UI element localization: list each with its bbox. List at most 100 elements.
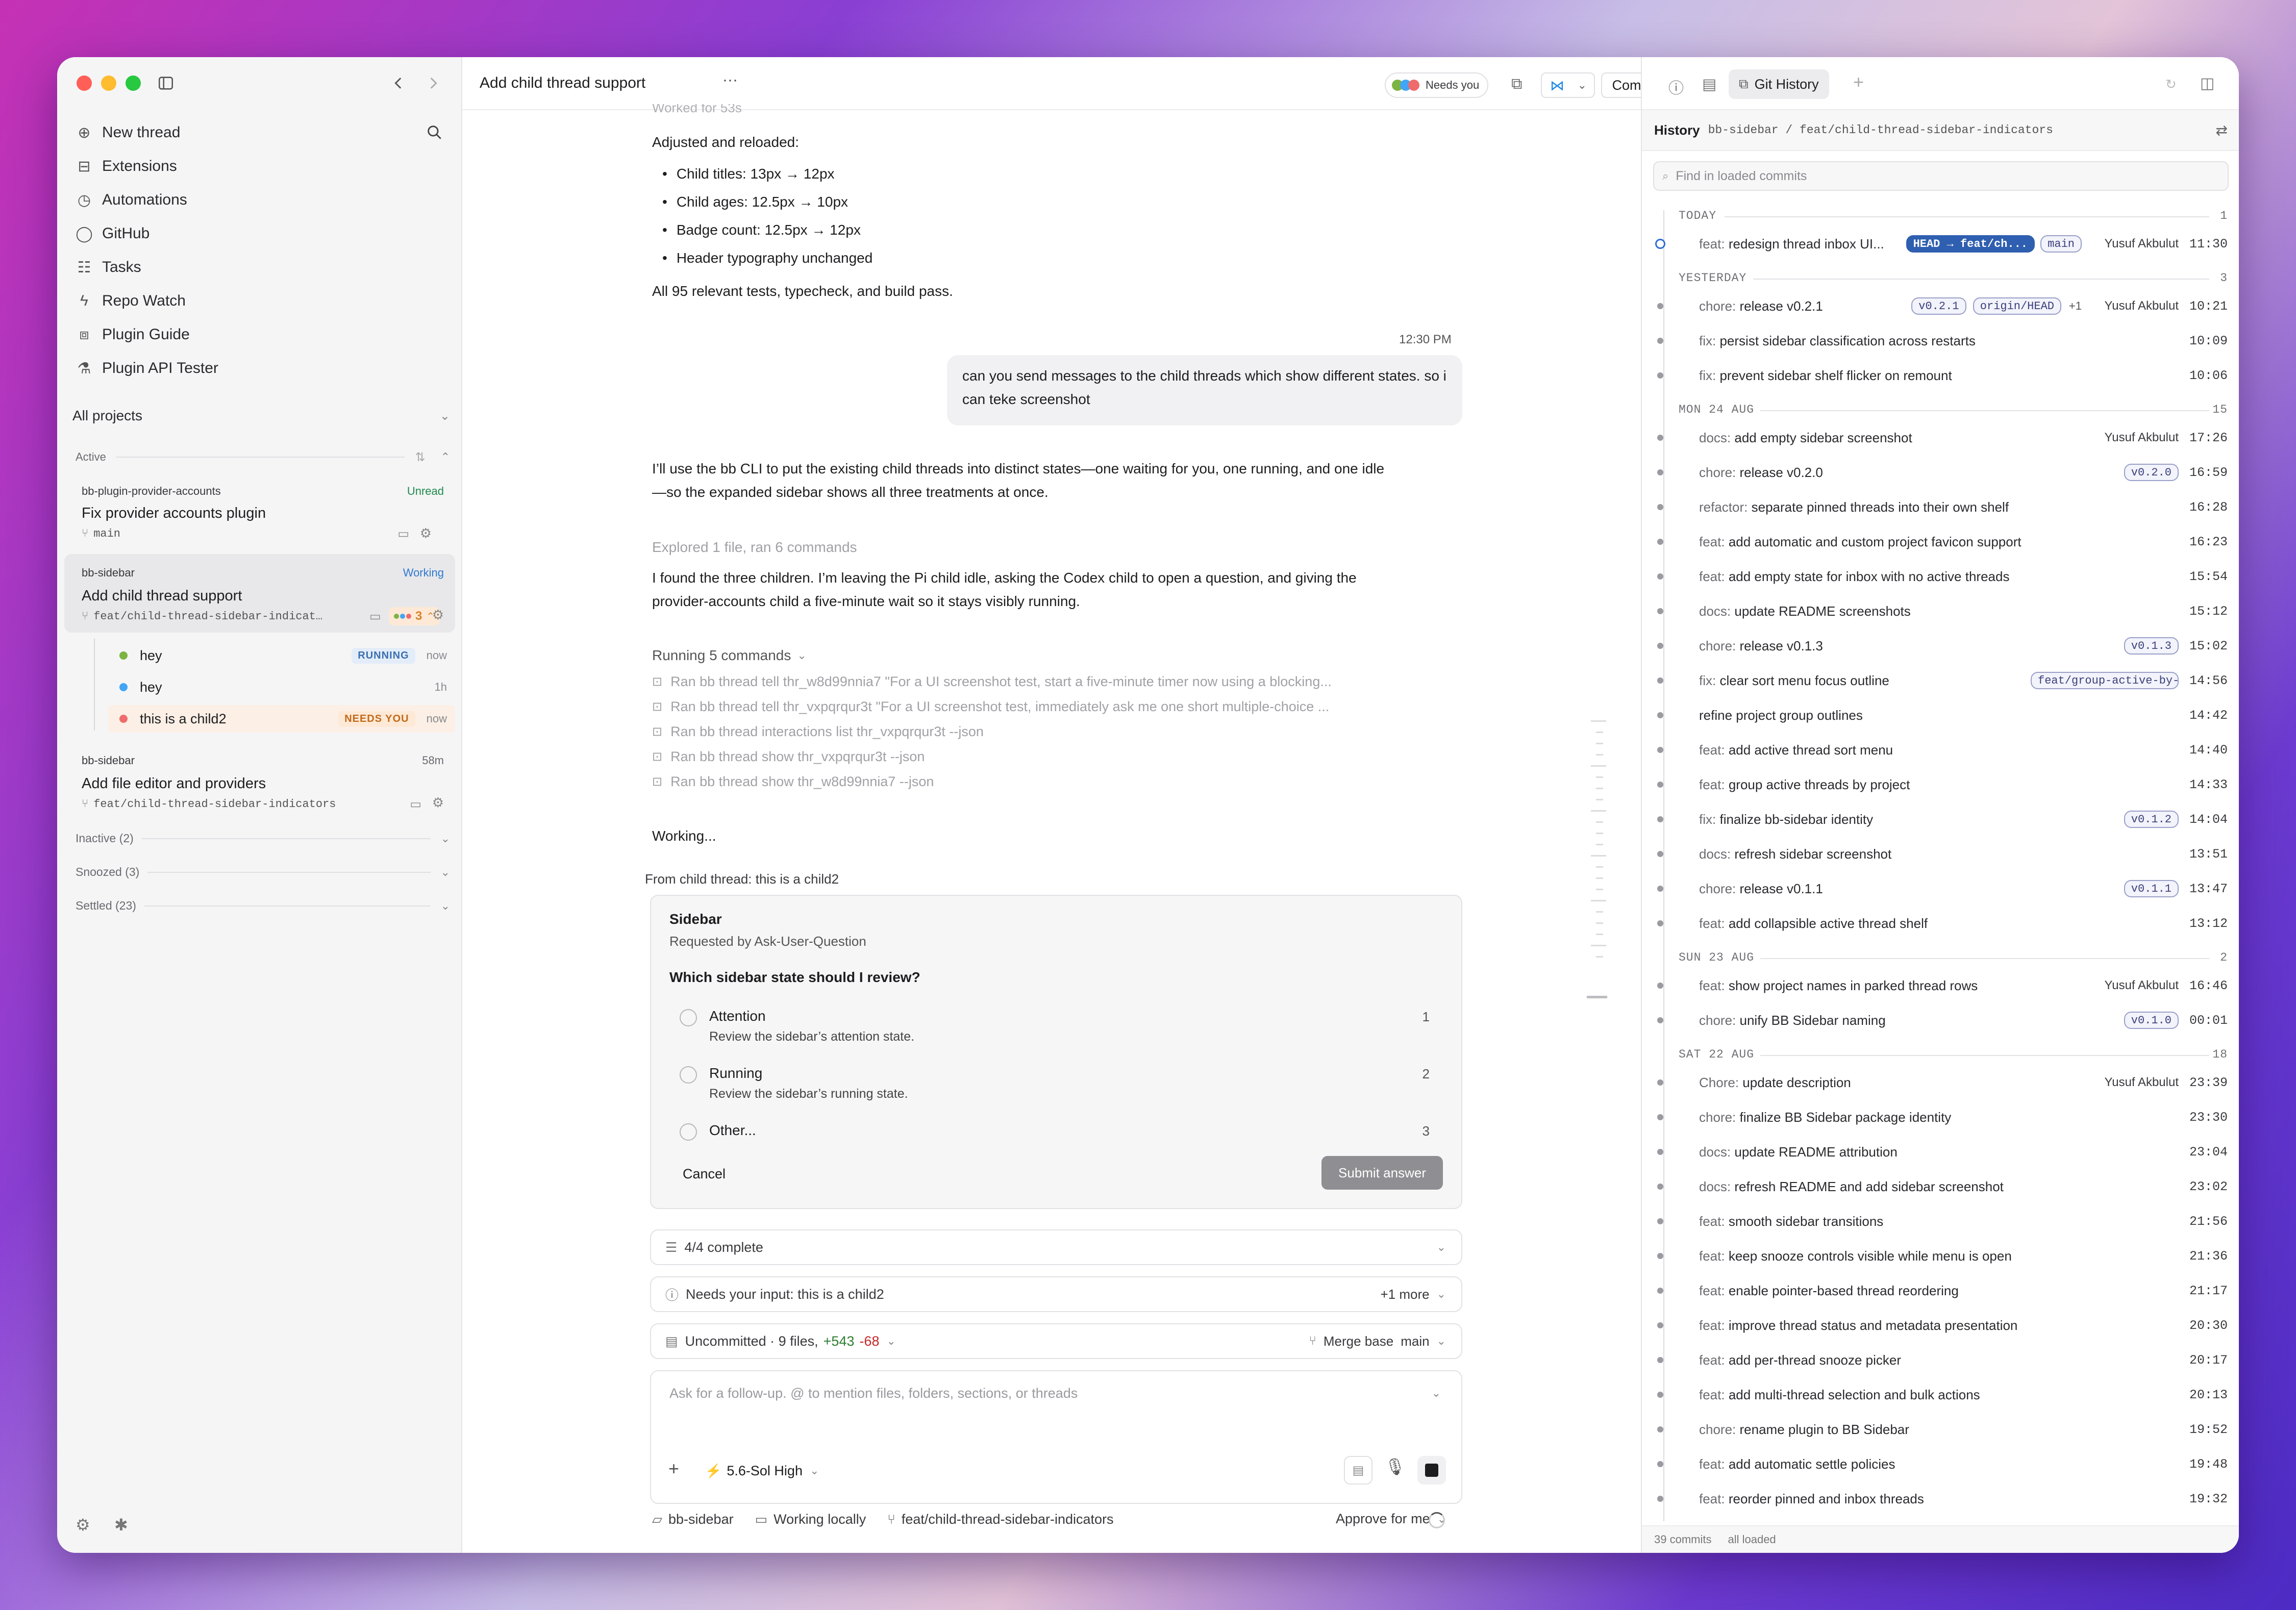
chevron-up-icon[interactable]: ⌃	[441, 450, 450, 464]
commit-row[interactable]: feat: add automatic settle policies 19:48	[1642, 1447, 2239, 1481]
command-item[interactable]: ⊡ Ran bb thread show thr_vxpqrqur3t --jso…	[652, 744, 925, 769]
section-settled[interactable]: Settled (23) ⌄	[76, 899, 450, 913]
thread-item-add-child[interactable]: bb-sidebar Working Add child thread supp…	[64, 554, 455, 633]
commit-row[interactable]: refine project group outlines 14:42	[1642, 698, 2239, 733]
gear-icon[interactable]: ⚙	[420, 525, 432, 541]
command-item[interactable]: ⊡ Ran bb thread interactions list thr_vxp…	[652, 719, 984, 744]
add-tab-icon[interactable]: +	[1853, 71, 1864, 93]
cancel-button[interactable]: Cancel	[683, 1166, 726, 1182]
command-item[interactable]: ⊡ Ran bb thread tell thr_vxpqrqur3t "For …	[652, 694, 1329, 719]
commit-row[interactable]: feat: improve thread status and metadata…	[1642, 1308, 2239, 1343]
commit-row[interactable]: feat: group active threads by project 14:…	[1642, 767, 2239, 802]
sidebar-item-tasks[interactable]: ☷ Tasks	[76, 253, 141, 282]
thread-item-fix-provider[interactable]: bb-plugin-provider-accounts Unread Fix p…	[64, 477, 455, 549]
commit-row[interactable]: feat: keep snooze controls visible while…	[1642, 1239, 2239, 1273]
commit-row[interactable]: chore: release v0.1.3 v0.1.3 15:02	[1642, 628, 2239, 663]
commit-row[interactable]: docs: update README attribution 23:04	[1642, 1135, 2239, 1169]
commit-row[interactable]: docs: refresh README and add sidebar scr…	[1642, 1169, 2239, 1204]
sort-icon[interactable]: ⇅	[415, 450, 425, 465]
submit-answer-button[interactable]: Submit answer	[1321, 1156, 1443, 1190]
sidebar-item-new-thread[interactable]: ⊕ New thread	[76, 118, 180, 147]
child-thread-item[interactable]: hey RUNNING now	[108, 642, 455, 669]
panel-toggle-icon[interactable]: ◫	[2200, 74, 2214, 92]
commit-row[interactable]: chore: unify BB Sidebar naming v0.1.0 00:0…	[1642, 1003, 2239, 1038]
back-icon[interactable]	[390, 74, 407, 92]
minimize-window-button[interactable]	[101, 76, 116, 91]
commit-row[interactable]: feat: add collapsible active thread shel…	[1642, 906, 2239, 941]
settings-gear-icon[interactable]: ⚙	[76, 1515, 90, 1534]
commit-row[interactable]: chore: release v0.2.0 v0.2.0 16:59	[1642, 455, 2239, 490]
command-item[interactable]: ⊡ Ran bb thread tell thr_w8d99nnia7 "For …	[652, 669, 1332, 694]
commit-row[interactable]: docs: refresh sidebar screenshot 13:51	[1642, 837, 2239, 871]
commit-row[interactable]: docs: update README screenshots 15:12	[1642, 594, 2239, 628]
uncommitted-row[interactable]: ▤ Uncommitted · 9 files, +543 -68 ⌄ ⑂ Me…	[650, 1323, 1462, 1359]
commit-row[interactable]: refactor: separate pinned threads into t…	[1642, 490, 2239, 524]
answer-option-2[interactable]: Running Review the sidebar’s running stat…	[680, 1062, 1430, 1113]
section-snoozed[interactable]: Snoozed (3) ⌄	[76, 865, 450, 879]
running-commands-toggle[interactable]: Running 5 commands ⌄	[652, 644, 807, 667]
commit-row[interactable]: Chore: update description Yusuf Akbulut 23…	[1642, 1065, 2239, 1100]
maximize-window-button[interactable]	[126, 76, 141, 91]
task-progress-row[interactable]: ☰ 4/4 complete ⌄	[650, 1229, 1462, 1265]
commit-row[interactable]: feat: add empty state for inbox with no …	[1642, 559, 2239, 594]
sidebar-item-github[interactable]: ◯ GitHub	[76, 219, 149, 248]
needs-you-pill[interactable]: Needs you	[1385, 72, 1489, 98]
bug-icon[interactable]: ✱	[114, 1515, 128, 1534]
sidebar-item-automations[interactable]: ◷ Automations	[76, 186, 187, 214]
notes-icon[interactable]: ▤	[1344, 1456, 1372, 1485]
radio-button[interactable]	[680, 1009, 697, 1026]
desktop-icon[interactable]: ▭	[397, 526, 409, 541]
info-icon[interactable]: ⓘ	[1668, 76, 1684, 98]
radio-button[interactable]	[680, 1123, 697, 1141]
sync-icon[interactable]: ⇄	[2216, 122, 2228, 139]
commit-row[interactable]: fix: persist sidebar classification acro…	[1642, 323, 2239, 358]
commit-row[interactable]: feat: enable pointer-based thread reorde…	[1642, 1273, 2239, 1308]
sidebar-item-extensions[interactable]: ⊟ Extensions	[76, 152, 177, 181]
child-thread-item[interactable]: hey 1h	[108, 673, 455, 701]
commit-row[interactable]: fix: prevent sidebar shelf flicker on re…	[1642, 358, 2239, 393]
commit-search-input[interactable]: ⌕ Find in loaded commits	[1653, 161, 2229, 191]
stop-button[interactable]	[1417, 1456, 1446, 1485]
search-icon[interactable]	[426, 123, 443, 141]
desktop-icon[interactable]: ▭	[410, 797, 421, 812]
commit-row[interactable]: feat: reorder pinned and inbox threads 19…	[1642, 1481, 2239, 1516]
commit-row[interactable]: chore: finalize BB Sidebar package ident…	[1642, 1100, 2239, 1135]
commit-row[interactable]: feat: add active thread sort menu 14:40	[1642, 733, 2239, 767]
files-icon[interactable]: ⧉	[1511, 76, 1522, 93]
commit-row[interactable]: feat: redesign thread inbox UI... Yusuf A…	[1642, 227, 2239, 261]
microphone-icon[interactable]: 🎙	[1385, 1457, 1406, 1476]
sidebar-item-repo-watch[interactable]: ϟ Repo Watch	[76, 287, 186, 315]
answer-option-3[interactable]: Other... 3	[680, 1119, 1430, 1170]
needs-input-row[interactable]: ⓘ Needs your input: this is a child2 +1 …	[650, 1276, 1462, 1312]
model-selector[interactable]: ⚡ 5.6-Sol High ⌄	[705, 1458, 819, 1483]
commit-row[interactable]: fix: finalize bb-sidebar identity v0.1.2 1…	[1642, 802, 2239, 837]
section-inactive[interactable]: Inactive (2) ⌄	[76, 832, 450, 845]
commit-row[interactable]: feat: show project names in parked threa…	[1642, 968, 2239, 1003]
sidebar-toggle-icon[interactable]	[157, 74, 174, 92]
projects-dropdown[interactable]: All projects ⌄	[72, 403, 450, 429]
explored-summary[interactable]: Explored 1 file, ran 6 commands	[652, 536, 857, 559]
commit-row[interactable]: chore: release v0.2.1 Yusuf Akbulut +1 orig…	[1642, 289, 2239, 323]
commit-row[interactable]: feat: add multi-thread selection and bul…	[1642, 1377, 2239, 1412]
commit-row[interactable]: fix: clear sort menu focus outline feat/g…	[1642, 663, 2239, 698]
child-thread-item[interactable]: this is a child2 NEEDS YOU now	[108, 705, 455, 733]
commit-row[interactable]: feat: add per-thread snooze picker 20:17	[1642, 1343, 2239, 1377]
forward-icon[interactable]	[425, 74, 442, 92]
location-selector[interactable]: Working locally	[773, 1512, 866, 1527]
active-section-header[interactable]: Active ⇅ ⌃	[76, 447, 450, 467]
expand-icon[interactable]: ⌄	[1432, 1387, 1441, 1400]
scroll-minimap[interactable]	[1587, 720, 1607, 1006]
commit-row[interactable]: chore: rename plugin to BB Sidebar 19:52	[1642, 1412, 2239, 1447]
document-icon[interactable]: ▤	[1702, 76, 1716, 93]
answer-option-1[interactable]: Attention Review the sidebar’s attention …	[680, 1005, 1430, 1056]
tab-git-history[interactable]: ⧉ Git History	[1729, 69, 1829, 99]
commit-row[interactable]: docs: add empty sidebar screenshot Yusuf …	[1642, 420, 2239, 455]
sidebar-item-plugin-guide[interactable]: ⧈ Plugin Guide	[76, 320, 189, 349]
follow-up-input[interactable]: Ask for a follow-up. @ to mention files,…	[669, 1386, 1078, 1401]
sidebar-item-plugin-api-tester[interactable]: ⚗ Plugin API Tester	[76, 354, 218, 383]
commit-row[interactable]: feat: smooth sidebar transitions 21:56	[1642, 1204, 2239, 1239]
gear-icon[interactable]: ⚙	[432, 607, 444, 623]
desktop-icon[interactable]: ▭	[369, 609, 381, 624]
close-window-button[interactable]	[77, 76, 92, 91]
editor-dropdown[interactable]: ⋈ ⌄	[1541, 72, 1595, 98]
